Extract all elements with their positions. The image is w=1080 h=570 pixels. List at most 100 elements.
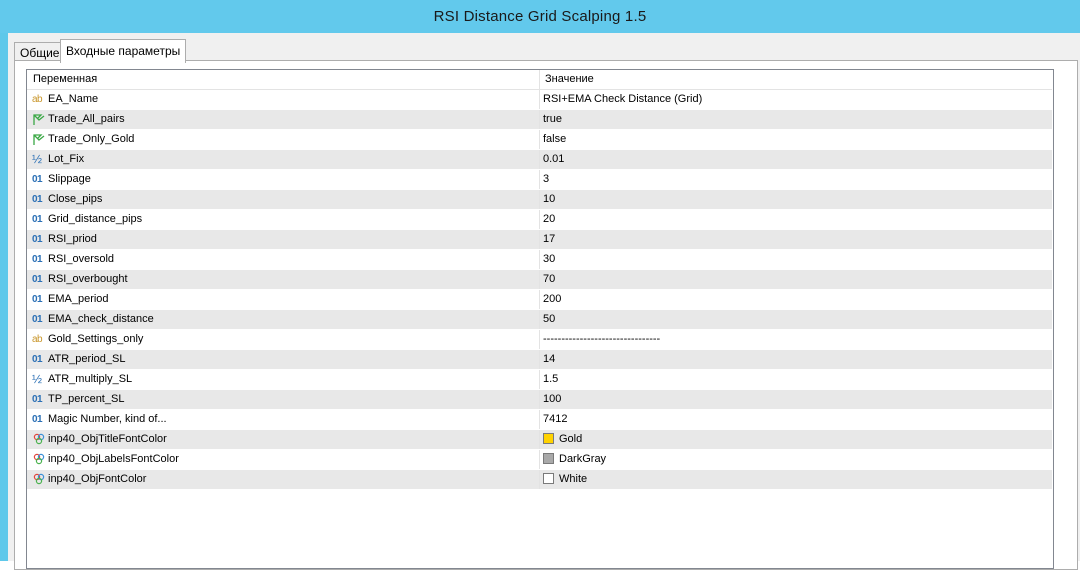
int-type-icon: 01 bbox=[32, 414, 43, 425]
parameter-value-cell[interactable]: 100 bbox=[539, 390, 1053, 409]
parameter-value: 20 bbox=[543, 213, 556, 225]
table-row[interactable]: ab EA_Name RSI+EMA Check Distance (Grid) bbox=[27, 90, 1052, 110]
bool-type-icon bbox=[32, 113, 46, 126]
int-type-icon: 01 bbox=[32, 234, 43, 245]
parameter-name-cell: 01 Magic Number, kind of... bbox=[27, 410, 538, 429]
table-row[interactable]: 01 RSI_oversold 30 bbox=[27, 250, 1052, 270]
int-type-icon: 01 bbox=[32, 294, 43, 305]
parameter-name-cell: 01 RSI_priod bbox=[27, 230, 538, 249]
parameter-name: ATR_multiply_SL bbox=[48, 373, 133, 385]
parameter-value: -------------------------------- bbox=[543, 333, 661, 345]
parameter-value-cell[interactable]: RSI+EMA Check Distance (Grid) bbox=[539, 90, 1053, 109]
parameter-value-cell[interactable]: true bbox=[539, 110, 1053, 129]
parameter-name-cell: ½ ATR_multiply_SL bbox=[27, 370, 538, 389]
table-row[interactable]: inp40_ObjLabelsFontColor DarkGray bbox=[27, 450, 1052, 470]
double-type-icon: ½ bbox=[32, 152, 43, 166]
parameter-name-cell: ½ Lot_Fix bbox=[27, 150, 538, 169]
parameter-value: 70 bbox=[543, 273, 556, 285]
double-type-icon: ½ bbox=[32, 372, 43, 386]
parameter-value: 14 bbox=[543, 353, 556, 365]
parameter-name-cell: 01 Slippage bbox=[27, 170, 538, 189]
parameter-name: Magic Number, kind of... bbox=[48, 413, 167, 425]
table-row[interactable]: 01 RSI_priod 17 bbox=[27, 230, 1052, 250]
dialog-window: RSI Distance Grid Scalping 1.5 Общие Вхо… bbox=[0, 0, 1080, 570]
table-row[interactable]: 01 RSI_overbought 70 bbox=[27, 270, 1052, 290]
table-row[interactable]: Trade_All_pairs true bbox=[27, 110, 1052, 130]
parameter-value: 50 bbox=[543, 313, 556, 325]
parameter-name-cell: inp40_ObjTitleFontColor bbox=[27, 430, 538, 449]
parameter-value-cell[interactable]: -------------------------------- bbox=[539, 330, 1053, 349]
table-row[interactable]: ab Gold_Settings_only --------------------… bbox=[27, 330, 1052, 350]
parameter-name: RSI_overbought bbox=[48, 273, 128, 285]
color-swatch bbox=[543, 433, 554, 444]
parameter-name-cell: 01 EMA_check_distance bbox=[27, 310, 538, 329]
parameter-value: 100 bbox=[543, 393, 562, 405]
parameter-value: 1.5 bbox=[543, 373, 559, 385]
parameter-name-cell: 01 RSI_overbought bbox=[27, 270, 538, 289]
tab-panel: Переменная Значение ab EA_Name RSI+EMA Che… bbox=[14, 60, 1078, 570]
parameter-value-cell[interactable]: White bbox=[539, 470, 1053, 489]
parameter-value-cell[interactable]: 50 bbox=[539, 310, 1053, 329]
parameter-name-cell: inp40_ObjFontColor bbox=[27, 470, 538, 489]
string-type-icon: ab bbox=[32, 94, 43, 105]
parameter-name: Lot_Fix bbox=[48, 153, 85, 165]
parameter-value-cell[interactable]: DarkGray bbox=[539, 450, 1053, 469]
table-row[interactable]: 01 ATR_period_SL 14 bbox=[27, 350, 1052, 370]
table-row[interactable]: Trade_Only_Gold false bbox=[27, 130, 1052, 150]
parameter-name-cell: 01 ATR_period_SL bbox=[27, 350, 538, 369]
parameter-value-cell[interactable]: 17 bbox=[539, 230, 1053, 249]
column-header-value[interactable]: Значение bbox=[539, 70, 1052, 89]
parameter-name-cell: ab Gold_Settings_only bbox=[27, 330, 538, 349]
parameter-name: inp40_ObjTitleFontColor bbox=[48, 433, 167, 445]
table-row[interactable]: 01 Magic Number, kind of... 7412 bbox=[27, 410, 1052, 430]
parameter-name-cell: Trade_Only_Gold bbox=[27, 130, 538, 149]
color-type-icon bbox=[32, 433, 46, 446]
parameter-value-cell[interactable]: 10 bbox=[539, 190, 1053, 209]
parameter-name: TP_percent_SL bbox=[48, 393, 125, 405]
table-row[interactable]: 01 EMA_period 200 bbox=[27, 290, 1052, 310]
parameter-name: Close_pips bbox=[48, 193, 103, 205]
parameter-value-cell[interactable]: 70 bbox=[539, 270, 1053, 289]
parameter-value-cell[interactable]: 200 bbox=[539, 290, 1053, 309]
table-header: Переменная Значение bbox=[27, 70, 1052, 90]
parameter-value: Gold bbox=[559, 433, 583, 445]
parameter-value-cell[interactable]: 7412 bbox=[539, 410, 1053, 429]
table-row[interactable]: 01 TP_percent_SL 100 bbox=[27, 390, 1052, 410]
table-row[interactable]: ½ ATR_multiply_SL 1.5 bbox=[27, 370, 1052, 390]
table-row[interactable]: 01 Grid_distance_pips 20 bbox=[27, 210, 1052, 230]
parameter-value-cell[interactable]: 3 bbox=[539, 170, 1053, 189]
table-row[interactable]: ½ Lot_Fix 0.01 bbox=[27, 150, 1052, 170]
parameter-value-cell[interactable]: false bbox=[539, 130, 1053, 149]
parameter-value: DarkGray bbox=[559, 453, 607, 465]
parameter-value: 0.01 bbox=[543, 153, 565, 165]
parameter-value-cell[interactable]: 1.5 bbox=[539, 370, 1053, 389]
parameter-value-cell[interactable]: 30 bbox=[539, 250, 1053, 269]
parameter-name: inp40_ObjFontColor bbox=[48, 473, 147, 485]
parameter-name: Trade_All_pairs bbox=[48, 113, 125, 125]
color-type-icon bbox=[32, 453, 46, 466]
parameter-name-cell: Trade_All_pairs bbox=[27, 110, 538, 129]
table-row[interactable]: 01 Close_pips 10 bbox=[27, 190, 1052, 210]
parameter-name-cell: 01 Close_pips bbox=[27, 190, 538, 209]
parameter-name: Gold_Settings_only bbox=[48, 333, 144, 345]
int-type-icon: 01 bbox=[32, 254, 43, 265]
parameter-value: true bbox=[543, 113, 562, 125]
column-header-variable[interactable]: Переменная bbox=[27, 70, 538, 89]
parameter-value: 7412 bbox=[543, 413, 568, 425]
tab-input-parameters[interactable]: Входные параметры bbox=[60, 39, 187, 63]
parameter-value-cell[interactable]: Gold bbox=[539, 430, 1053, 449]
parameter-name-cell: 01 EMA_period bbox=[27, 290, 538, 309]
table-row[interactable]: inp40_ObjTitleFontColor Gold bbox=[27, 430, 1052, 450]
table-row[interactable]: 01 EMA_check_distance 50 bbox=[27, 310, 1052, 330]
color-type-icon bbox=[32, 473, 46, 486]
parameter-value-cell[interactable]: 20 bbox=[539, 210, 1053, 229]
table-row[interactable]: 01 Slippage 3 bbox=[27, 170, 1052, 190]
int-type-icon: 01 bbox=[32, 194, 43, 205]
window-title[interactable]: RSI Distance Grid Scalping 1.5 bbox=[0, 0, 1080, 33]
parameter-value-cell[interactable]: 14 bbox=[539, 350, 1053, 369]
parameter-value: 3 bbox=[543, 173, 550, 185]
table-row[interactable]: inp40_ObjFontColor White bbox=[27, 470, 1052, 490]
color-swatch bbox=[543, 473, 554, 484]
tab-general[interactable]: Общие bbox=[14, 42, 66, 62]
parameter-value-cell[interactable]: 0.01 bbox=[539, 150, 1053, 169]
